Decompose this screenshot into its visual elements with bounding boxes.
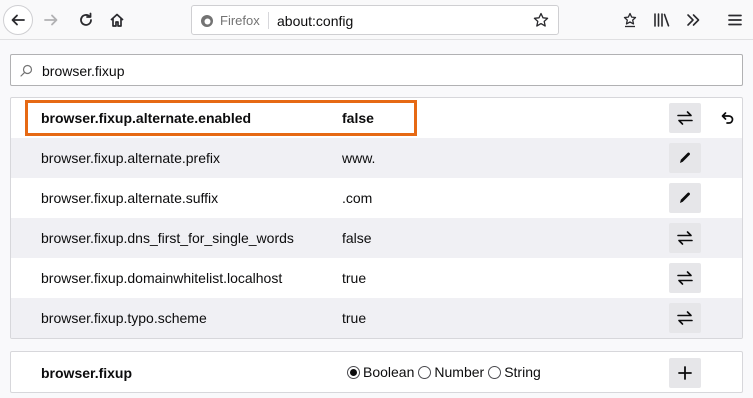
pref-name: browser.fixup.typo.scheme (41, 310, 207, 326)
bookmark-star-button[interactable] (530, 9, 552, 31)
pref-value: false (342, 230, 372, 246)
back-arrow-icon (11, 14, 25, 26)
pref-row: browser.fixup.domainwhitelist.localhost … (11, 258, 742, 298)
pref-row: browser.fixup.typo.scheme true (11, 298, 742, 338)
pref-value: false (342, 110, 374, 126)
home-icon (110, 13, 124, 27)
forward-button[interactable] (36, 5, 66, 35)
url-bar[interactable]: Firefox about:config (191, 5, 559, 35)
pref-type-group: Boolean Number String (347, 364, 545, 380)
type-label: String (504, 364, 541, 380)
forward-arrow-icon (44, 14, 58, 26)
library-icon (654, 13, 670, 27)
firefox-logo-icon (201, 14, 213, 27)
overflow-button[interactable] (678, 5, 708, 35)
back-button[interactable] (3, 5, 33, 35)
url-separator (268, 12, 269, 29)
radio-boolean[interactable] (347, 365, 360, 379)
menu-button[interactable] (720, 5, 750, 35)
edit-icon (680, 192, 690, 203)
toggle-icon (677, 111, 693, 125)
identity-box[interactable]: Firefox (200, 13, 260, 28)
pref-value: .com (342, 190, 373, 206)
radio-string[interactable] (488, 365, 502, 379)
search-input[interactable]: browser.fixup (42, 63, 124, 79)
url-text[interactable]: about:config (277, 13, 353, 29)
pref-name: browser.fixup.dns_first_for_single_words (41, 230, 294, 246)
pref-row: browser.fixup.alternate.suffix .com (11, 178, 742, 218)
toggle-button[interactable] (669, 303, 701, 333)
plus-icon (678, 366, 692, 380)
pocket-button[interactable] (615, 5, 645, 35)
hamburger-menu-icon (728, 14, 742, 26)
reset-button[interactable] (713, 103, 741, 133)
toggle-button[interactable] (669, 223, 701, 253)
reload-icon (80, 12, 92, 26)
new-pref-name: browser.fixup (41, 365, 133, 381)
identity-label: Firefox (220, 13, 260, 28)
star-icon (533, 12, 549, 27)
radio-number[interactable] (418, 365, 432, 379)
pref-row: browser.fixup.alternate.prefix www. (11, 138, 742, 178)
pref-row: browser.fixup.alternate.enabled false (11, 98, 742, 138)
toggle-icon (677, 231, 693, 245)
pref-row: browser.fixup.dns_first_for_single_words… (11, 218, 742, 258)
library-button[interactable] (647, 5, 677, 35)
reload-button[interactable] (71, 5, 101, 35)
toggle-icon (677, 271, 693, 285)
toggle-button[interactable] (669, 103, 701, 133)
pref-name: browser.fixup.alternate.prefix (41, 150, 220, 166)
type-option-number[interactable]: Number (418, 364, 484, 380)
edit-button[interactable] (669, 183, 701, 213)
undo-icon (721, 112, 734, 124)
type-label: Boolean (363, 364, 415, 380)
pref-value: true (342, 270, 367, 286)
preferences-table: browser.fixup.alternate.enabled false br… (10, 97, 743, 339)
add-button[interactable] (669, 358, 701, 388)
star-list-icon (623, 12, 637, 28)
pref-name: browser.fixup.alternate.suffix (41, 190, 219, 206)
edit-icon (680, 152, 690, 163)
search-field[interactable]: browser.fixup (10, 54, 743, 86)
edit-button[interactable] (669, 143, 701, 173)
chevron-double-right-icon (687, 14, 700, 26)
pref-value: www. (342, 150, 376, 166)
pref-value: true (342, 310, 367, 326)
add-pref-row: browser.fixup Boolean Number String (10, 351, 743, 393)
home-button[interactable] (102, 5, 132, 35)
type-label: Number (434, 364, 485, 380)
type-option-string[interactable]: String (488, 364, 541, 380)
toggle-icon (677, 311, 693, 325)
pref-name: browser.fixup.domainwhitelist.localhost (41, 270, 283, 286)
navigation-toolbar: Firefox about:config (0, 0, 753, 40)
search-icon (20, 64, 33, 77)
pref-name: browser.fixup.alternate.enabled (41, 110, 252, 126)
toggle-button[interactable] (669, 263, 701, 293)
type-option-boolean[interactable]: Boolean (347, 364, 414, 380)
